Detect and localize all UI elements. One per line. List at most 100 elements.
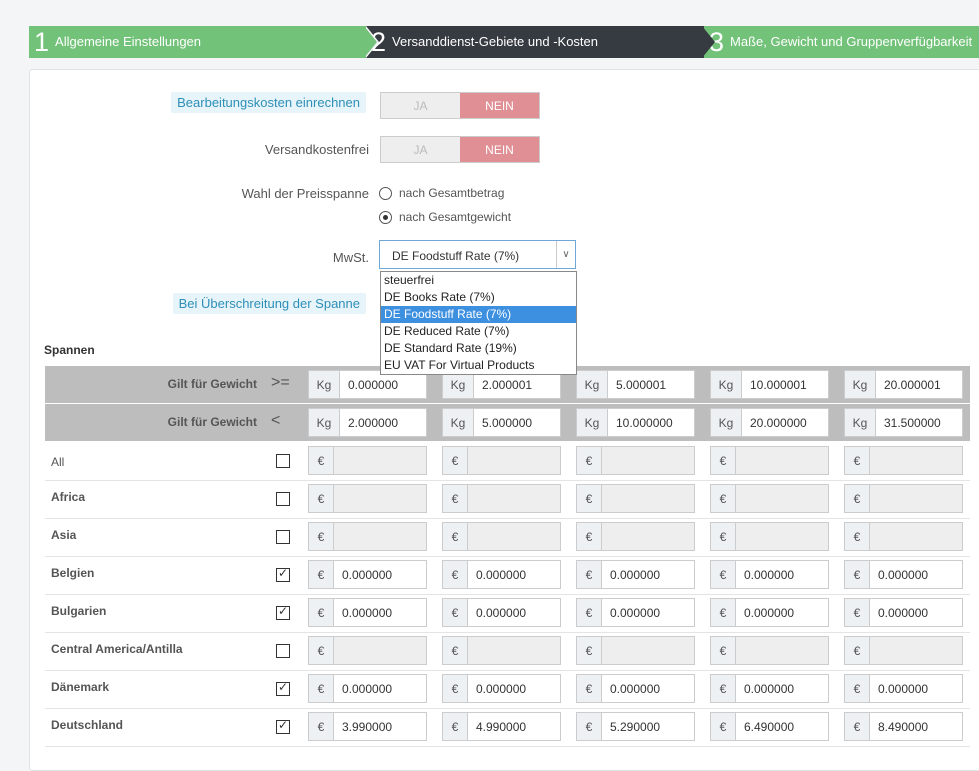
weight-input-group: Kg 10.000001	[710, 370, 829, 399]
tax-option[interactable]: steuerfrei	[381, 272, 576, 289]
price-input[interactable]: 0.000000	[334, 675, 426, 702]
radio-button[interactable]	[379, 186, 392, 200]
currency-addon: €	[577, 523, 602, 550]
price-input[interactable]: 5.290000	[602, 713, 694, 740]
price-input[interactable]: 0.000000	[602, 675, 694, 702]
price-input[interactable]	[468, 447, 560, 474]
price-input[interactable]	[334, 523, 426, 550]
zone-checkbox[interactable]	[276, 604, 290, 620]
weight-input[interactable]: 5.000000	[474, 409, 560, 436]
currency-addon: €	[711, 485, 736, 512]
step-3[interactable]: 3 Maße, Gewicht und Gruppenverfügbarkeit	[704, 26, 979, 58]
unit-addon: Kg	[309, 371, 340, 398]
switch-no[interactable]: NEIN	[460, 137, 539, 162]
price-input[interactable]: 0.000000	[870, 675, 962, 702]
weight-input[interactable]: 10.000000	[608, 409, 694, 436]
price-input[interactable]	[736, 637, 828, 664]
price-input[interactable]	[602, 485, 694, 512]
tax-select[interactable]: DE Foodstuff Rate (7%) ∨	[379, 240, 576, 269]
weight-input[interactable]: 20.000001	[876, 371, 962, 398]
price-input[interactable]	[602, 637, 694, 664]
switch-yes[interactable]: JA	[381, 137, 460, 162]
price-input[interactable]: 0.000000	[870, 561, 962, 588]
step-1[interactable]: 1 Allgemeine Einstellungen	[29, 26, 374, 58]
tax-option[interactable]: EU VAT For Virtual Products	[381, 357, 576, 374]
price-input-group: €	[576, 446, 695, 475]
unit-addon: Kg	[309, 409, 340, 436]
chevron-down-icon[interactable]: ∨	[556, 241, 575, 268]
price-input[interactable]	[334, 485, 426, 512]
price-input[interactable]: 0.000000	[334, 561, 426, 588]
price-input-group: €0.000000	[442, 674, 561, 703]
price-input[interactable]	[334, 447, 426, 474]
price-input[interactable]	[736, 447, 828, 474]
price-input[interactable]: 0.000000	[468, 675, 560, 702]
weight-input[interactable]: 10.000001	[742, 371, 828, 398]
price-input[interactable]	[468, 523, 560, 550]
currency-addon: €	[711, 637, 736, 664]
price-input[interactable]	[602, 447, 694, 474]
currency-addon: €	[309, 561, 334, 588]
price-input[interactable]: 0.000000	[468, 599, 560, 626]
currency-addon: €	[443, 637, 468, 664]
radio-button[interactable]	[379, 210, 392, 224]
weight-input[interactable]: 31.500000	[876, 409, 962, 436]
tax-option[interactable]: DE Books Rate (7%)	[381, 289, 576, 306]
price-input[interactable]: 0.000000	[736, 675, 828, 702]
weight-input[interactable]: 2.000000	[340, 409, 426, 436]
tax-option[interactable]: DE Standard Rate (19%)	[381, 340, 576, 357]
price-input[interactable]	[334, 637, 426, 664]
tax-dropdown[interactable]: steuerfrei DE Books Rate (7%) DE Foodstu…	[380, 271, 577, 375]
free-shipping-switch[interactable]: JA NEIN	[380, 136, 540, 163]
weight-input[interactable]: 0.000000	[340, 371, 426, 398]
price-input-group: €8.490000	[844, 712, 963, 741]
price-input[interactable]: 6.490000	[736, 713, 828, 740]
handling-switch[interactable]: JA NEIN	[380, 92, 540, 119]
currency-addon: €	[577, 485, 602, 512]
zone-checkbox[interactable]	[276, 680, 290, 696]
price-input[interactable]	[468, 637, 560, 664]
price-input[interactable]: 0.000000	[736, 599, 828, 626]
currency-addon: €	[577, 713, 602, 740]
step-arrow	[702, 26, 715, 58]
price-input[interactable]: 3.990000	[334, 713, 426, 740]
currency-addon: €	[845, 637, 870, 664]
zone-checkbox[interactable]	[276, 454, 290, 468]
price-input[interactable]	[870, 447, 962, 474]
switch-yes[interactable]: JA	[381, 93, 460, 118]
currency-addon: €	[577, 599, 602, 626]
price-input[interactable]: 4.990000	[468, 713, 560, 740]
billing-option-weight[interactable]: nach Gesamtgewicht	[379, 210, 511, 224]
price-input[interactable]	[870, 485, 962, 512]
weight-input[interactable]: 5.000001	[608, 371, 694, 398]
price-input[interactable]: 0.000000	[602, 561, 694, 588]
price-input[interactable]: 0.000000	[334, 599, 426, 626]
price-input[interactable]	[870, 637, 962, 664]
unit-addon: Kg	[711, 409, 742, 436]
price-input[interactable]	[736, 523, 828, 550]
step-2[interactable]: 2 Versanddienst-Gebiete und -Kosten	[366, 26, 707, 58]
billing-option-price[interactable]: nach Gesamtbetrag	[379, 186, 504, 200]
weight-input[interactable]: 20.000000	[742, 409, 828, 436]
price-input-group: €0.000000	[710, 598, 829, 627]
price-input[interactable]: 0.000000	[870, 599, 962, 626]
price-input-group: €0.000000	[576, 560, 695, 589]
zone-checkbox[interactable]	[276, 644, 290, 658]
switch-no[interactable]: NEIN	[460, 93, 539, 118]
price-input[interactable]: 0.000000	[736, 561, 828, 588]
zone-checkbox[interactable]	[276, 492, 290, 506]
zone-name: All	[51, 455, 65, 469]
price-input[interactable]	[468, 485, 560, 512]
tax-option[interactable]: DE Reduced Rate (7%)	[381, 323, 576, 340]
price-input[interactable]: 0.000000	[602, 599, 694, 626]
tax-option-selected[interactable]: DE Foodstuff Rate (7%)	[381, 306, 576, 323]
zone-checkbox[interactable]	[276, 566, 290, 582]
price-input[interactable]	[602, 523, 694, 550]
price-input[interactable]: 0.000000	[468, 561, 560, 588]
price-input[interactable]	[870, 523, 962, 550]
weight-input[interactable]: 2.000001	[474, 371, 560, 398]
zone-checkbox[interactable]	[276, 718, 290, 734]
price-input[interactable]: 8.490000	[870, 713, 962, 740]
price-input[interactable]	[736, 485, 828, 512]
zone-checkbox[interactable]	[276, 530, 290, 544]
